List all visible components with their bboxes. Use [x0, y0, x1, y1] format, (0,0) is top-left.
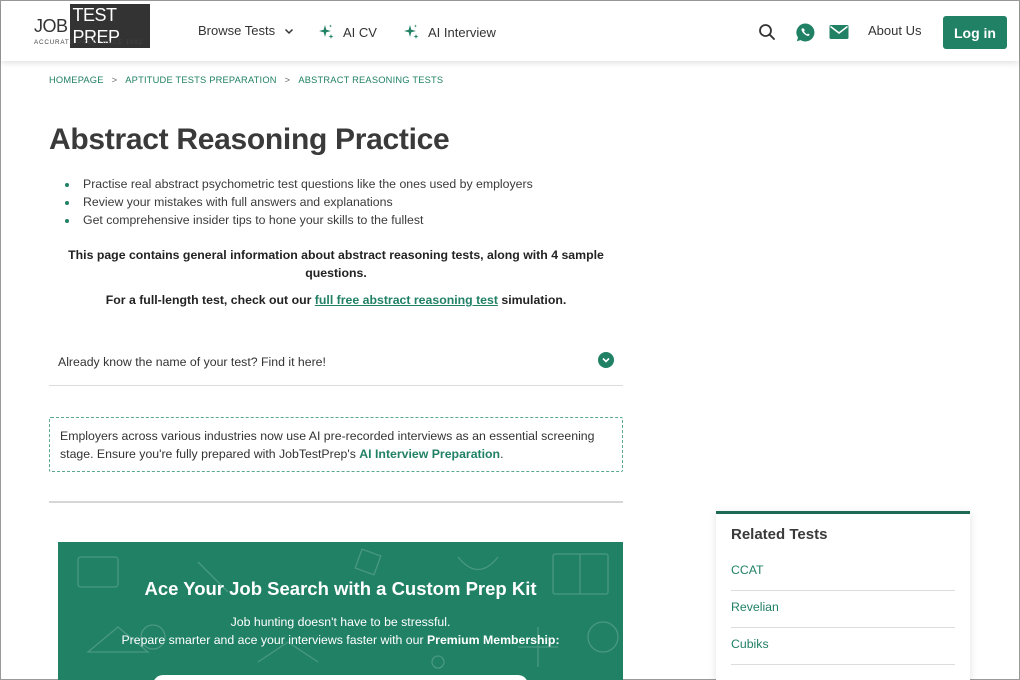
ai-notice-end: .: [500, 447, 504, 461]
breadcrumb-aptitude-tests[interactable]: APTITUDE TESTS PREPARATION: [125, 75, 276, 85]
nav-ai-cv[interactable]: AI CV: [317, 23, 377, 41]
site-header: JOB TEST PREP ACCURATE PREP SINCE 1992 B…: [1, 1, 1019, 61]
sparkle-icon: [319, 24, 334, 39]
logo-tagline: ACCURATE PREP SINCE 1992: [34, 39, 143, 46]
related-test-revelian[interactable]: Revelian: [731, 591, 955, 628]
breadcrumb: HOMEPAGE > APTITUDE TESTS PREPARATION > …: [49, 75, 443, 85]
breadcrumb-separator: >: [111, 75, 118, 85]
nav-ai-interview-label: AI Interview: [428, 24, 496, 40]
breadcrumb-separator: >: [284, 75, 291, 85]
ai-interview-notice: Employers across various industries now …: [49, 417, 623, 472]
chevron-down-icon: [285, 28, 294, 34]
page-title: Abstract Reasoning Practice: [49, 123, 450, 156]
mail-icon: [829, 25, 849, 39]
ai-notice-text: Employers across various industries now …: [60, 429, 595, 461]
login-button[interactable]: Log in: [943, 16, 1007, 49]
prep-kit-promo-banner: Ace Your Job Search with a Custom Prep K…: [58, 542, 623, 680]
site-logo[interactable]: JOB TEST PREP ACCURATE PREP SINCE 1992: [34, 4, 150, 48]
premium-membership-text: Premium Membership:: [426, 633, 560, 647]
full-free-test-link[interactable]: full free abstract reasoning test: [315, 293, 498, 307]
related-tests-title: Related Tests: [731, 526, 828, 543]
promo-cta-button[interactable]: [153, 675, 528, 680]
feature-list-item: Practise real abstract psychometric test…: [65, 177, 533, 195]
full-test-info: For a full-length test, check out our fu…: [49, 293, 623, 307]
nav-browse-tests[interactable]: Browse Tests: [198, 23, 294, 38]
chevron-down-icon: [598, 352, 614, 368]
feature-list: Practise real abstract psychometric test…: [65, 177, 533, 231]
nav-browse-label: Browse Tests: [198, 23, 276, 38]
promo-sub2-text: Prepare smarter and ace your interviews …: [121, 633, 427, 647]
promo-background-pattern: [77, 548, 619, 669]
nav-ai-cv-label: AI CV: [343, 24, 377, 40]
ai-interview-prep-link[interactable]: AI Interview Preparation: [359, 447, 500, 461]
related-tests-panel: Related Tests CCAT Revelian Cubiks: [716, 511, 970, 680]
email-button[interactable]: [828, 21, 850, 43]
page-info-text: This page contains general information a…: [68, 248, 604, 280]
whatsapp-icon: [795, 22, 814, 41]
breadcrumb-homepage[interactable]: HOMEPAGE: [49, 75, 104, 85]
feature-list-item: Review your mistakes with full answers a…: [65, 195, 533, 213]
promo-subtitle: Job hunting doesn't have to be stressful…: [230, 615, 451, 629]
promo-title: Ace Your Job Search with a Custom Prep K…: [144, 578, 537, 599]
test-finder-accordion[interactable]: Already know the name of your test? Find…: [49, 339, 623, 386]
whatsapp-button[interactable]: [794, 21, 816, 43]
search-icon: [759, 24, 775, 40]
feature-list-item: Get comprehensive insider tips to hone y…: [65, 213, 533, 231]
test-finder-label: Already know the name of your test? Find…: [58, 355, 326, 369]
related-test-cubiks[interactable]: Cubiks: [731, 628, 955, 665]
full-test-info-pre: For a full-length test, check out our: [105, 293, 315, 307]
section-divider: [49, 501, 623, 503]
search-button[interactable]: [756, 21, 778, 43]
breadcrumb-abstract-reasoning[interactable]: ABSTRACT REASONING TESTS: [298, 75, 443, 85]
promo-subtitle-membership: Prepare smarter and ace your interviews …: [58, 633, 623, 647]
full-test-info-post: simulation.: [497, 293, 567, 307]
nav-ai-interview[interactable]: AI Interview: [402, 23, 496, 41]
sparkle-icon: [404, 24, 419, 39]
logo-job-text: JOB: [34, 16, 68, 36]
related-test-ccat[interactable]: CCAT: [731, 554, 955, 591]
about-us-link[interactable]: About Us: [868, 23, 921, 38]
